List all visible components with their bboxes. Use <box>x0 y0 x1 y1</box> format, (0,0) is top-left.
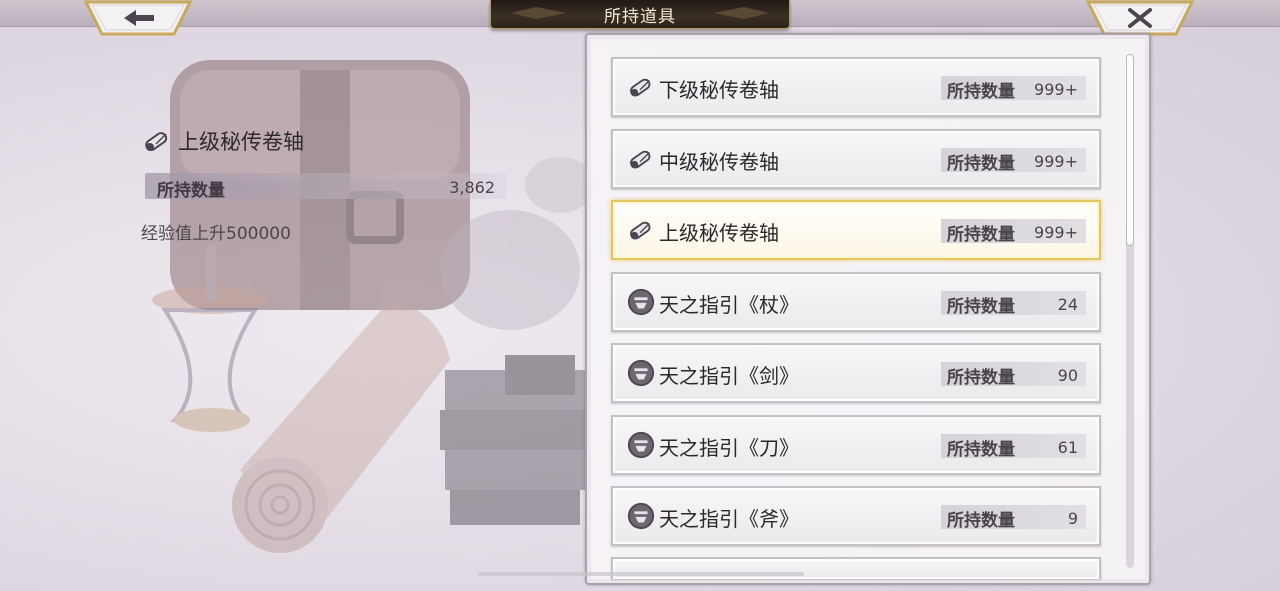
item-name: 下级秘传卷轴 <box>659 78 779 102</box>
detail-count-label: 所持数量 <box>157 181 225 201</box>
item-quantity-label: 所持数量 <box>947 297 1015 317</box>
scroll-icon <box>630 221 651 240</box>
item-name: 上级秘传卷轴 <box>659 221 779 245</box>
horizontal-scroll-indicator <box>478 572 804 576</box>
item-name: 天之指引《斧》 <box>659 507 799 531</box>
title-plate: 所持道具 <box>490 0 790 29</box>
close-button[interactable] <box>1086 0 1194 36</box>
scroll-icon <box>630 150 651 169</box>
item-quantity-label: 所持数量 <box>947 154 1015 174</box>
item-quantity-label: 所持数量 <box>947 440 1015 460</box>
item-quantity-value: 9 <box>1067 509 1078 528</box>
item-name: 天之指引《刀》 <box>659 436 799 460</box>
item-name: 天之指引《剑》 <box>659 364 799 388</box>
detail-item-name: 上级秘传卷轴 <box>178 130 304 154</box>
guidance-medal-icon <box>627 431 655 459</box>
ornament-left-icon <box>511 7 566 19</box>
item-quantity-box: 所持数量 61 <box>941 434 1086 460</box>
guidance-medal-icon <box>627 502 655 530</box>
item-quantity-label: 所持数量 <box>947 511 1015 531</box>
detail-description: 经验值上升500000 <box>141 224 291 244</box>
scroll-icon <box>145 132 168 152</box>
item-quantity-value: 999+ <box>1034 80 1078 99</box>
scrollbar-thumb[interactable] <box>1126 54 1134 246</box>
item-quantity-value: 999+ <box>1034 223 1078 242</box>
item-quantity-box: 所持数量 9 <box>941 505 1086 531</box>
item-row[interactable]: 天之指引《杖》 所持数量 24 <box>611 272 1101 332</box>
item-quantity-box: 所持数量 24 <box>941 291 1086 317</box>
scroll-icon <box>630 78 651 97</box>
guidance-medal-icon <box>627 359 655 387</box>
item-quantity-value: 90 <box>1057 366 1078 385</box>
item-quantity-box: 所持数量 999+ <box>941 76 1086 102</box>
item-quantity-label: 所持数量 <box>947 225 1015 245</box>
item-quantity-value: 61 <box>1057 438 1078 457</box>
item-quantity-label: 所持数量 <box>947 82 1015 102</box>
item-quantity-box: 所持数量 999+ <box>941 219 1086 245</box>
page-title: 所持道具 <box>604 6 676 27</box>
item-quantity-label: 所持数量 <box>947 368 1015 388</box>
guidance-medal-icon <box>627 288 655 316</box>
item-quantity-value: 999+ <box>1034 152 1078 171</box>
detail-count-bar: 所持数量 3,862 <box>145 173 507 201</box>
ornament-right-icon <box>714 7 769 19</box>
detail-item-title: 上级秘传卷轴 <box>142 126 304 156</box>
back-button[interactable] <box>84 0 192 36</box>
item-row[interactable]: 天之指引《刀》 所持数量 61 <box>611 415 1101 475</box>
item-row[interactable]: 上级秘传卷轴 所持数量 999+ <box>611 200 1101 260</box>
detail-count-value: 3,862 <box>449 178 495 197</box>
item-row[interactable]: 天之指引《斧》 所持数量 9 <box>611 486 1101 546</box>
item-quantity-box: 所持数量 999+ <box>941 148 1086 174</box>
item-row[interactable]: 中级秘传卷轴 所持数量 999+ <box>611 129 1101 189</box>
item-row[interactable]: 天之指引《剑》 所持数量 90 <box>611 343 1101 403</box>
item-quantity-box: 所持数量 90 <box>941 362 1086 388</box>
item-quantity-value: 24 <box>1057 295 1078 314</box>
item-name: 天之指引《杖》 <box>659 293 799 317</box>
item-row[interactable]: 下级秘传卷轴 所持数量 999+ <box>611 57 1101 117</box>
item-name: 中级秘传卷轴 <box>659 150 779 174</box>
